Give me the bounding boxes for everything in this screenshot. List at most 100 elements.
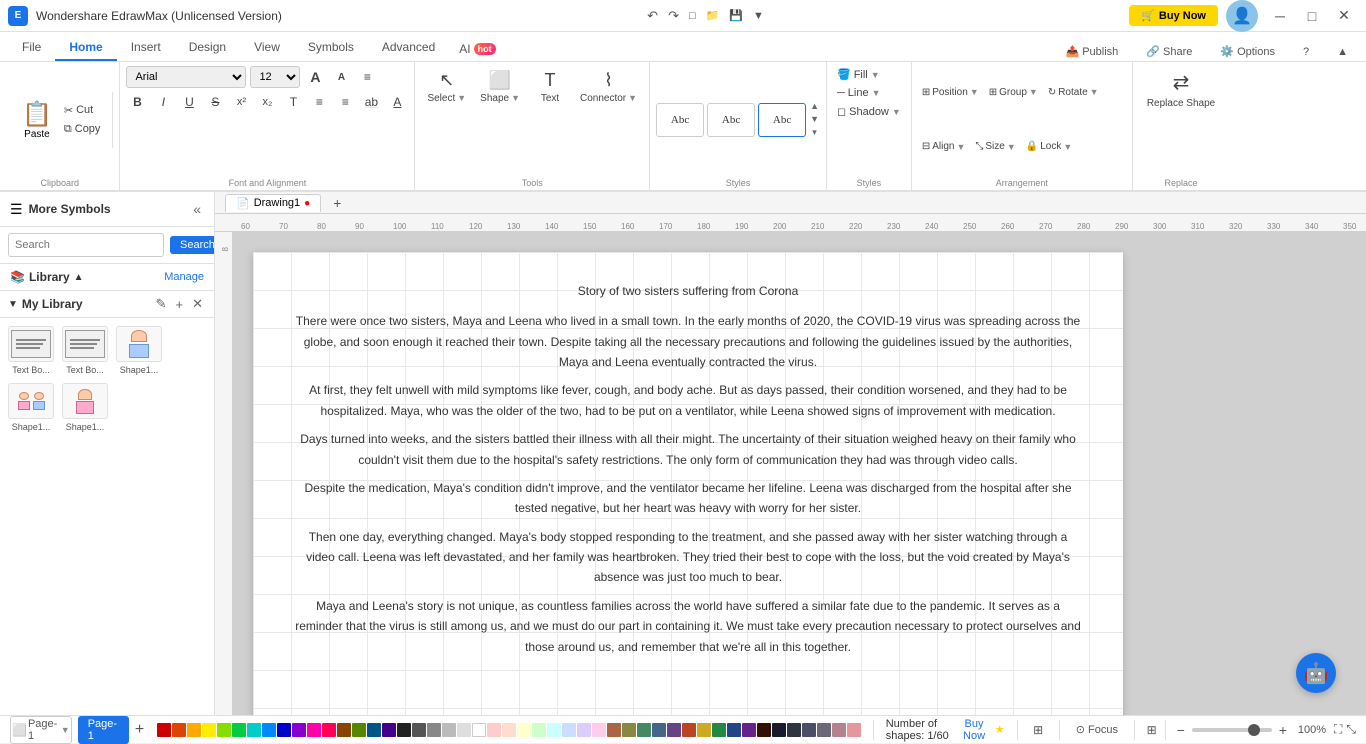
minimize-button[interactable]: ─ — [1266, 2, 1294, 30]
search-button[interactable]: Search — [170, 236, 215, 254]
tab-advanced[interactable]: Advanced — [368, 35, 449, 61]
publish-button[interactable]: 📤 Publish — [1056, 42, 1129, 61]
my-library-label[interactable]: ▼ My Library — [8, 297, 83, 311]
tab-view[interactable]: View — [240, 35, 294, 61]
redo-button[interactable]: ↷ — [664, 6, 683, 26]
color-swatch-brown[interactable] — [337, 723, 351, 737]
paragraph-button[interactable]: T — [282, 91, 304, 113]
color-swatch-sage[interactable] — [637, 723, 651, 737]
sidebar-collapse-button[interactable]: « — [190, 200, 204, 218]
position-button[interactable]: ⊞ Position ▼ — [918, 85, 983, 100]
minimize-ribbon-button[interactable]: ▲ — [1327, 43, 1358, 61]
color-swatch-white[interactable] — [472, 723, 486, 737]
color-swatch-orange[interactable] — [172, 723, 186, 737]
color-swatch-red[interactable] — [157, 723, 171, 737]
color-swatch-dark-gray[interactable] — [412, 723, 426, 737]
color-swatch-dusty-pink[interactable] — [832, 723, 846, 737]
add-document-button[interactable]: + — [329, 195, 345, 211]
color-swatch-violet[interactable] — [382, 723, 396, 737]
color-swatch-peach[interactable] — [502, 723, 516, 737]
library-label[interactable]: 📚 Library ▲ — [10, 270, 84, 284]
numbered-list-button[interactable]: ≡ — [334, 91, 356, 113]
my-library-close-button[interactable]: ✕ — [189, 295, 206, 313]
line-button[interactable]: ─ Line ▼ — [833, 85, 885, 101]
shape-tool-button[interactable]: ⬜ Shape ▼ — [474, 66, 526, 108]
document-tab[interactable]: 📄 Drawing1 ● — [225, 194, 321, 212]
color-swatch-gold[interactable] — [697, 723, 711, 737]
color-swatch-teal[interactable] — [247, 723, 261, 737]
maximize-button[interactable]: □ — [1298, 2, 1326, 30]
tab-file[interactable]: File — [8, 35, 55, 61]
font-color-button[interactable]: A — [386, 91, 408, 113]
style-swatch-1[interactable]: Abc — [656, 103, 704, 137]
thumbnail-item-2[interactable]: Text Bo... — [62, 326, 108, 375]
buy-now-button[interactable]: 🛒 Buy Now — [1129, 5, 1218, 26]
expand-button[interactable]: ⤡ — [1346, 722, 1356, 737]
font-size-select[interactable]: 12 — [250, 66, 300, 88]
canvas-scroll-area[interactable]: Story of two sisters suffering from Coro… — [233, 232, 1366, 715]
layers-button[interactable]: ⊞ — [1029, 721, 1047, 739]
color-swatch-sienna[interactable] — [607, 723, 621, 737]
decrease-font-button[interactable]: A — [330, 66, 352, 88]
bullet-list-button[interactable]: ≡ — [308, 91, 330, 113]
color-swatch-lime[interactable] — [217, 723, 231, 737]
focus-button[interactable]: ⊙ Focus — [1072, 721, 1122, 738]
color-swatch-plum[interactable] — [667, 723, 681, 737]
color-swatch-green[interactable] — [232, 723, 246, 737]
manage-button[interactable]: Manage — [164, 271, 204, 283]
close-button[interactable]: ✕ — [1330, 2, 1358, 30]
color-swatch-forest[interactable] — [712, 723, 726, 737]
underline-button[interactable]: U — [178, 91, 200, 113]
help-button[interactable]: ? — [1293, 43, 1319, 61]
color-swatch-brick[interactable] — [682, 723, 696, 737]
cut-button[interactable]: ✂ Cut — [60, 102, 105, 119]
group-button[interactable]: ⊞ Group ▼ — [985, 85, 1042, 100]
color-swatch-navy[interactable] — [277, 723, 291, 737]
color-swatch-royal-blue[interactable] — [727, 723, 741, 737]
add-page-button[interactable]: + — [132, 721, 147, 739]
color-swatch-rose[interactable] — [322, 723, 336, 737]
copy-button[interactable]: ⧉ Copy — [60, 121, 105, 138]
color-swatch-khaki[interactable] — [622, 723, 636, 737]
italic-button[interactable]: I — [152, 91, 174, 113]
tab-ai[interactable]: AI hot — [449, 37, 505, 61]
tab-home[interactable]: Home — [55, 35, 116, 61]
quick-access-button[interactable]: ▼ — [749, 8, 768, 24]
color-swatch-olive[interactable] — [352, 723, 366, 737]
paste-button[interactable]: 📋 Paste — [14, 96, 60, 144]
color-swatch-lilac[interactable] — [577, 723, 591, 737]
tab-symbols[interactable]: Symbols — [294, 35, 368, 61]
thumbnail-item-1[interactable]: Text Bo... — [8, 326, 54, 375]
zoom-in-button[interactable]: + — [1276, 722, 1290, 738]
color-swatch-teal2[interactable] — [367, 723, 381, 737]
options-button[interactable]: ⚙️ Options — [1210, 42, 1285, 61]
color-swatch-deep-purple[interactable] — [742, 723, 756, 737]
color-swatch-mint[interactable] — [532, 723, 546, 737]
thumbnail-item-4[interactable]: Shape1... — [8, 383, 54, 432]
chat-bot-button[interactable]: 🤖 — [1296, 653, 1336, 693]
color-swatch-lavender[interactable] — [562, 723, 576, 737]
save-button[interactable]: 💾 — [725, 7, 747, 24]
align-button[interactable]: ≡ — [356, 66, 378, 88]
color-swatch-light-pink[interactable] — [487, 723, 501, 737]
swatch-down-button[interactable]: ▼ — [809, 113, 820, 125]
replace-shape-button[interactable]: ⇄ Replace Shape — [1139, 66, 1223, 113]
share-button[interactable]: 🔗 Share — [1136, 42, 1202, 61]
zoom-slider[interactable] — [1192, 728, 1272, 732]
color-swatch-very-dark[interactable] — [757, 723, 771, 737]
open-button[interactable]: 📁 — [702, 7, 724, 24]
buy-now-status-button[interactable]: Buy Now — [961, 718, 986, 742]
connector-tool-button[interactable]: ⌇ Connector ▼ — [574, 66, 643, 108]
my-library-add-button[interactable]: + — [173, 296, 187, 313]
strikethrough-button[interactable]: S — [204, 91, 226, 113]
color-swatch-midnight[interactable] — [772, 723, 786, 737]
tab-design[interactable]: Design — [175, 35, 240, 61]
search-input[interactable] — [8, 233, 164, 257]
increase-font-button[interactable]: A — [304, 66, 326, 88]
color-swatch-black[interactable] — [397, 723, 411, 737]
fit-page-button[interactable]: ⊞ — [1147, 723, 1157, 737]
zoom-out-button[interactable]: − — [1174, 722, 1188, 738]
page-tab-1[interactable]: Page-1 — [78, 716, 129, 744]
color-swatch-amber[interactable] — [187, 723, 201, 737]
color-swatch-gray[interactable] — [427, 723, 441, 737]
